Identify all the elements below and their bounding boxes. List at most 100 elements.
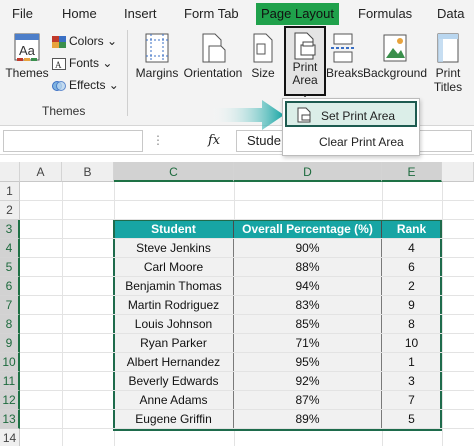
clear-print-area-menu-item[interactable]: Clear Print Area bbox=[283, 129, 419, 155]
gridline bbox=[20, 428, 474, 429]
cell-rank[interactable]: 6 bbox=[382, 258, 442, 277]
tab-home[interactable]: Home bbox=[62, 4, 97, 24]
size-button[interactable]: Size bbox=[248, 32, 278, 80]
ribbon-separator bbox=[127, 30, 128, 116]
table-row: Steve Jenkins 90% 4 bbox=[114, 239, 442, 258]
fonts-label: Fonts bbox=[69, 56, 100, 70]
tab-data[interactable]: Data bbox=[437, 4, 464, 24]
fonts-button[interactable]: A Fonts ⌄ bbox=[52, 54, 112, 72]
colors-button[interactable]: Colors ⌄ bbox=[52, 32, 117, 50]
chevron-down-icon: ⌄ bbox=[99, 56, 113, 70]
cell-student[interactable]: Benjamin Thomas bbox=[114, 277, 234, 296]
row-header[interactable]: 3 bbox=[0, 220, 20, 239]
table-row: Beverly Edwards 92% 3 bbox=[114, 372, 442, 391]
cell-percentage[interactable]: 88% bbox=[234, 258, 382, 277]
cell-percentage[interactable]: 94% bbox=[234, 277, 382, 296]
cell-percentage[interactable]: 89% bbox=[234, 410, 382, 429]
size-label: Size bbox=[251, 66, 275, 80]
cell-percentage[interactable]: 92% bbox=[234, 372, 382, 391]
cell-rank[interactable]: 5 bbox=[382, 410, 442, 429]
cell-rank[interactable]: 1 bbox=[382, 353, 442, 372]
row-header[interactable]: 6 bbox=[0, 277, 20, 296]
select-all-corner[interactable] bbox=[0, 162, 20, 182]
row-header[interactable]: 11 bbox=[0, 372, 20, 391]
column-header-a[interactable]: A bbox=[20, 162, 62, 182]
row-header[interactable]: 13 bbox=[0, 410, 20, 429]
row-header[interactable]: 2 bbox=[0, 201, 20, 220]
tab-file[interactable]: File bbox=[12, 4, 33, 24]
cell-student[interactable]: Ryan Parker bbox=[114, 334, 234, 353]
effects-label: Effects bbox=[69, 78, 106, 92]
row-header[interactable]: 12 bbox=[0, 391, 20, 410]
column-header-f[interactable] bbox=[442, 162, 474, 182]
cell-student[interactable]: Steve Jenkins bbox=[114, 239, 234, 258]
print-titles-label-line1: Print bbox=[435, 66, 461, 80]
column-header-c[interactable]: C bbox=[114, 162, 234, 182]
cell-student[interactable]: Albert Hernandez bbox=[114, 353, 234, 372]
cell-percentage[interactable]: 71% bbox=[234, 334, 382, 353]
cell-rank[interactable]: 7 bbox=[382, 391, 442, 410]
print-area-dropdown: Set Print Area Clear Print Area bbox=[282, 98, 420, 156]
themes-button[interactable]: Aa Themes bbox=[4, 32, 50, 80]
row-header[interactable]: 7 bbox=[0, 296, 20, 315]
cell-percentage[interactable]: 90% bbox=[234, 239, 382, 258]
cell-percentage[interactable]: 83% bbox=[234, 296, 382, 315]
print-area-label-line2: Area bbox=[292, 73, 318, 87]
cell-student[interactable]: Eugene Griffin bbox=[114, 410, 234, 429]
cell-rank[interactable]: 8 bbox=[382, 315, 442, 334]
fx-icon[interactable]: fx bbox=[208, 133, 220, 148]
cell-student[interactable]: Louis Johnson bbox=[114, 315, 234, 334]
margins-icon bbox=[145, 33, 169, 63]
column-header-d[interactable]: D bbox=[234, 162, 382, 182]
cell-student[interactable]: Beverly Edwards bbox=[114, 372, 234, 391]
cell-student[interactable]: Martin Rodriguez bbox=[114, 296, 234, 315]
print-titles-button[interactable]: Print Titles bbox=[430, 32, 466, 94]
column-header-b[interactable]: B bbox=[62, 162, 114, 182]
print-titles-icon bbox=[437, 33, 459, 63]
tab-insert[interactable]: Insert bbox=[124, 4, 157, 24]
header-percentage[interactable]: Overall Percentage (%) bbox=[234, 220, 382, 239]
cell-rank[interactable]: 9 bbox=[382, 296, 442, 315]
themes-group-label: Themes bbox=[42, 104, 86, 118]
cell-student[interactable]: Anne Adams bbox=[114, 391, 234, 410]
background-button[interactable]: Background bbox=[362, 32, 428, 80]
column-header-e[interactable]: E bbox=[382, 162, 442, 182]
effects-button[interactable]: Effects ⌄ bbox=[52, 76, 119, 94]
gridline bbox=[20, 371, 474, 372]
effects-icon bbox=[52, 80, 66, 91]
print-area-button[interactable]: Print Area ⌄ bbox=[284, 26, 326, 100]
cell-student[interactable]: Carl Moore bbox=[114, 258, 234, 277]
name-box[interactable] bbox=[3, 130, 143, 152]
header-rank[interactable]: Rank bbox=[382, 220, 442, 239]
cell-rank[interactable]: 3 bbox=[382, 372, 442, 391]
row-header[interactable]: 4 bbox=[0, 239, 20, 258]
themes-label: Themes bbox=[5, 66, 49, 80]
cell-rank[interactable]: 2 bbox=[382, 277, 442, 296]
row-header[interactable]: 5 bbox=[0, 258, 20, 277]
breaks-label: Breaks bbox=[326, 66, 364, 80]
set-print-area-menu-item[interactable]: Set Print Area bbox=[285, 101, 417, 127]
print-titles-label-line2: Titles bbox=[433, 80, 463, 94]
tab-form-tab[interactable]: Form Tab bbox=[184, 4, 239, 24]
margins-button[interactable]: Margins bbox=[134, 32, 180, 80]
cell-rank[interactable]: 10 bbox=[382, 334, 442, 353]
cell-rank[interactable]: 4 bbox=[382, 239, 442, 258]
breaks-button[interactable]: Breaks bbox=[326, 32, 364, 80]
row-header[interactable]: 10 bbox=[0, 353, 20, 372]
tab-formulas[interactable]: Formulas bbox=[358, 4, 412, 24]
row-header[interactable]: 1 bbox=[0, 182, 20, 201]
row-header[interactable]: 8 bbox=[0, 315, 20, 334]
cell-percentage[interactable]: 85% bbox=[234, 315, 382, 334]
cell-percentage[interactable]: 95% bbox=[234, 353, 382, 372]
row-header[interactable]: 9 bbox=[0, 334, 20, 353]
tab-page-layout[interactable]: Page Layout bbox=[256, 3, 340, 25]
row-header[interactable]: 14 bbox=[0, 429, 20, 446]
gridline bbox=[20, 333, 474, 334]
cell-percentage[interactable]: 87% bbox=[234, 391, 382, 410]
background-icon bbox=[383, 34, 407, 62]
table-row: Anne Adams 87% 7 bbox=[114, 391, 442, 410]
chevron-down-icon: ⌄ bbox=[105, 78, 119, 92]
table-row: Benjamin Thomas 94% 2 bbox=[114, 277, 442, 296]
header-student[interactable]: Student bbox=[114, 220, 234, 239]
orientation-button[interactable]: Orientation bbox=[181, 32, 245, 80]
